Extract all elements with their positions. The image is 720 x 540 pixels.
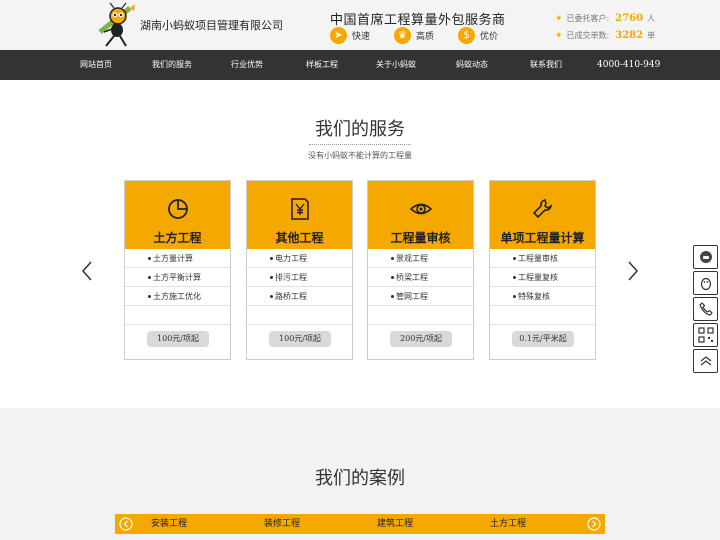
feature-quality: ♛ 高质 (394, 27, 452, 44)
coin-icon: $ (458, 27, 475, 44)
side-back-to-top[interactable] (693, 349, 718, 373)
ant-mascot-logo-icon[interactable] (94, 2, 140, 48)
card-title: 其他工程 (275, 231, 324, 245)
card-item: 特殊复核 (490, 287, 595, 306)
feature-label: 快速 (352, 32, 371, 42)
back-to-top-icon (700, 356, 712, 366)
qr-code-icon (698, 327, 714, 343)
qq-penguin-icon (700, 277, 712, 291)
stat-unit: 人 (647, 14, 656, 23)
card-item: 桥梁工程 (368, 268, 473, 287)
services-subtitle: 没有小蚂蚁不能计算的工程量 (308, 151, 412, 160)
cases-title: 我们的案例 (315, 468, 405, 489)
nav-about[interactable]: 关于小蚂蚁 (376, 50, 416, 80)
company-name[interactable]: 湖南小蚂蚁项目管理有限公司 (140, 17, 283, 33)
card-item: 土方量计算 (125, 249, 230, 268)
card-blank-row (125, 306, 230, 325)
feature-fast: ➤ 快速 (330, 27, 388, 44)
card-blank-row (490, 306, 595, 325)
card-title: 工程量审核 (390, 231, 451, 245)
card-item: 排污工程 (247, 268, 352, 287)
price-badge[interactable]: 100元/项起 (269, 331, 331, 347)
feature-price: $ 优价 (458, 27, 516, 44)
card-header: 单项工程量计算 (490, 181, 595, 249)
card-item: 土方平衡计算 (125, 268, 230, 287)
carousel-next-icon[interactable] (626, 260, 640, 282)
trophy-icon: ♛ (394, 27, 411, 44)
feature-list: ➤ 快速 ♛ 高质 $ 优价 (330, 27, 516, 44)
cases-section: 我们的案例 安装工程 装修工程 建筑工程 土方工程 (0, 408, 720, 540)
card-item: 景观工程 (368, 249, 473, 268)
nav-home[interactable]: 网站首页 (80, 50, 112, 80)
service-card-single[interactable]: 单项工程量计算 工程量审核 工程量复核 特殊复核 0.1元/平米起 (489, 180, 596, 360)
stat-label: 已成交单数: (566, 31, 610, 40)
eye-icon (409, 203, 433, 215)
sparkle-icon: ✦ (555, 13, 563, 24)
case-tab-bar: 安装工程 装修工程 建筑工程 土方工程 (115, 514, 605, 534)
yen-document-icon (291, 198, 309, 220)
stat-value: 3282 (615, 30, 644, 41)
card-item: 土方施工优化 (125, 287, 230, 306)
stat-clients: ✦ 已委托客户: 2760 人 (555, 10, 655, 27)
nav-advantages[interactable]: 行业优势 (231, 50, 263, 80)
stat-orders: ✦ 已成交单数: 3282 单 (555, 27, 655, 44)
side-customer-service[interactable] (693, 245, 718, 269)
stat-unit: 单 (647, 31, 656, 40)
side-qrcode[interactable] (693, 323, 718, 347)
case-tab-decoration[interactable]: 装修工程 (264, 514, 300, 534)
slogan: 中国首席工程算量外包服务商 (330, 13, 506, 28)
case-tab-building[interactable]: 建筑工程 (377, 514, 413, 534)
card-header: 土方工程 (125, 181, 230, 249)
wrench-icon (532, 199, 553, 219)
card-item: 工程量复核 (490, 268, 595, 287)
pie-chart-icon (168, 199, 188, 219)
case-next-icon[interactable] (587, 517, 601, 531)
title-divider (309, 144, 411, 145)
services-title: 我们的服务 (315, 119, 405, 140)
price-badge[interactable]: 0.1元/平米起 (512, 331, 574, 347)
price-badge[interactable]: 200元/项起 (390, 331, 452, 347)
running-person-icon: ➤ (330, 27, 347, 44)
nav-news[interactable]: 蚂蚁动态 (456, 50, 488, 80)
nav-projects[interactable]: 样板工程 (306, 50, 338, 80)
nav-services[interactable]: 我们的服务 (152, 50, 192, 80)
nav-phone[interactable]: 4000-410-949 (597, 50, 660, 80)
case-tab-earthwork[interactable]: 土方工程 (490, 514, 526, 534)
feature-label: 高质 (416, 32, 435, 42)
carousel-prev-icon[interactable] (80, 260, 94, 282)
side-qq[interactable] (693, 271, 718, 295)
card-title: 单项工程量计算 (500, 231, 585, 245)
phone-icon (699, 302, 713, 316)
price-badge[interactable]: 100元/项起 (147, 331, 209, 347)
stat-label: 已委托客户: (566, 14, 610, 23)
card-item: 工程量审核 (490, 249, 595, 268)
side-phone[interactable] (693, 297, 718, 321)
customer-service-icon (700, 251, 712, 263)
feature-label: 优价 (480, 32, 499, 42)
stat-value: 2760 (615, 13, 644, 24)
sparkle-icon: ✦ (555, 30, 563, 41)
nav-contact[interactable]: 联系我们 (530, 50, 562, 80)
service-card-earthwork[interactable]: 土方工程 土方量计算 土方平衡计算 土方施工优化 100元/项起 (124, 180, 231, 360)
main-nav: 网站首页 我们的服务 行业优势 样板工程 关于小蚂蚁 蚂蚁动态 联系我们 400… (0, 50, 720, 80)
service-card-other[interactable]: 其他工程 电力工程 排污工程 路桥工程 100元/项起 (246, 180, 353, 360)
service-card-audit[interactable]: 工程量审核 景观工程 桥梁工程 管网工程 200元/项起 (367, 180, 474, 360)
case-prev-icon[interactable] (119, 517, 133, 531)
site-header: 湖南小蚂蚁项目管理有限公司 中国首席工程算量外包服务商 ➤ 快速 ♛ 高质 $ … (0, 0, 720, 50)
card-title: 土方工程 (153, 231, 202, 245)
card-blank-row (247, 306, 352, 325)
card-blank-row (368, 306, 473, 325)
stats-block: ✦ 已委托客户: 2760 人 ✦ 已成交单数: 3282 单 (555, 10, 655, 44)
card-item: 路桥工程 (247, 287, 352, 306)
card-header: 工程量审核 (368, 181, 473, 249)
card-item: 管网工程 (368, 287, 473, 306)
card-header: 其他工程 (247, 181, 352, 249)
card-item: 电力工程 (247, 249, 352, 268)
case-tab-install[interactable]: 安装工程 (151, 514, 187, 534)
services-section: 我们的服务 没有小蚂蚁不能计算的工程量 (0, 80, 720, 408)
